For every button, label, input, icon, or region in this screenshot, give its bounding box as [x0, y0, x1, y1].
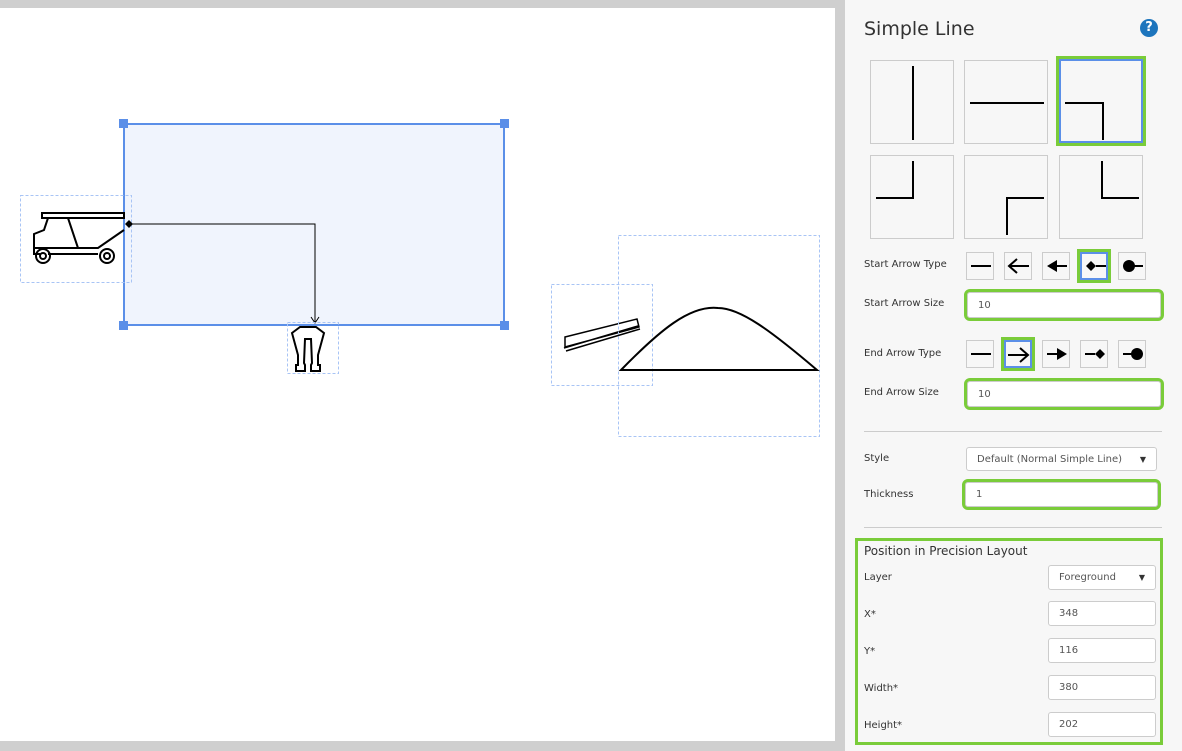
style-label: Style [864, 453, 890, 464]
stockpile-icon[interactable] [618, 235, 820, 437]
x-label: X* [864, 609, 876, 620]
y-label: Y* [864, 646, 876, 657]
divider [864, 431, 1162, 432]
resize-handle [119, 119, 128, 128]
end-arrow-diamond[interactable] [1080, 340, 1108, 368]
start-arrow-size-label: Start Arrow Size [864, 298, 945, 309]
line-type-vertical[interactable] [870, 60, 954, 144]
line-type-down-right[interactable] [1059, 155, 1143, 239]
height-input[interactable]: 202 [1048, 712, 1156, 737]
end-arrow-size-label: End Arrow Size [864, 387, 939, 398]
start-arrow-circle[interactable] [1118, 252, 1146, 280]
line-type-right-down-corner[interactable] [964, 155, 1048, 239]
resize-handle [500, 119, 509, 128]
start-arrow-filled[interactable] [1042, 252, 1070, 280]
properties-panel: Simple Line ? Start Arrow Type Start Arr… [845, 0, 1182, 751]
chevron-down-icon: ▼ [1139, 454, 1146, 464]
height-label: Height* [864, 720, 903, 731]
person-icon[interactable] [287, 322, 339, 374]
layer-select[interactable]: Foreground ▼ [1048, 565, 1156, 590]
thickness-label: Thickness [864, 489, 914, 500]
end-arrow-none[interactable] [966, 340, 994, 368]
panel-title: Simple Line [864, 18, 975, 40]
y-input[interactable]: 116 [1048, 638, 1156, 663]
start-arrow-type-label: Start Arrow Type [864, 259, 947, 270]
style-value: Default (Normal Simple Line) [977, 453, 1123, 465]
start-arrow-diamond[interactable] [1077, 249, 1111, 283]
start-arrow-open[interactable] [1004, 252, 1032, 280]
dump-truck-icon[interactable] [20, 195, 132, 283]
start-arrow-size-input[interactable]: 10 [964, 289, 1164, 321]
layer-label: Layer [864, 572, 892, 583]
width-label: Width* [864, 683, 899, 694]
width-input[interactable]: 380 [1048, 675, 1156, 700]
style-select[interactable]: Default (Normal Simple Line) ▼ [966, 447, 1157, 471]
end-arrow-open[interactable] [1001, 337, 1035, 371]
drawing-canvas[interactable] [0, 8, 835, 741]
end-arrow-filled[interactable] [1042, 340, 1070, 368]
x-input[interactable]: 348 [1048, 601, 1156, 626]
thickness-input[interactable]: 1 [962, 479, 1161, 510]
resize-handle [119, 321, 128, 330]
layer-value: Foreground [1059, 572, 1116, 583]
end-arrow-size-input[interactable]: 10 [964, 378, 1164, 410]
position-heading: Position in Precision Layout [864, 544, 1028, 558]
line-type-horizontal[interactable] [964, 60, 1048, 144]
line-type-up-left[interactable] [870, 155, 954, 239]
line-type-right-down[interactable] [1056, 56, 1146, 146]
divider [864, 527, 1162, 528]
chevron-down-icon: ▼ [1138, 573, 1145, 582]
end-arrow-circle[interactable] [1118, 340, 1146, 368]
question-circle-icon[interactable]: ? [1140, 19, 1158, 37]
start-arrow-none[interactable] [966, 252, 994, 280]
end-arrow-type-label: End Arrow Type [864, 348, 942, 359]
resize-handle [500, 321, 509, 330]
